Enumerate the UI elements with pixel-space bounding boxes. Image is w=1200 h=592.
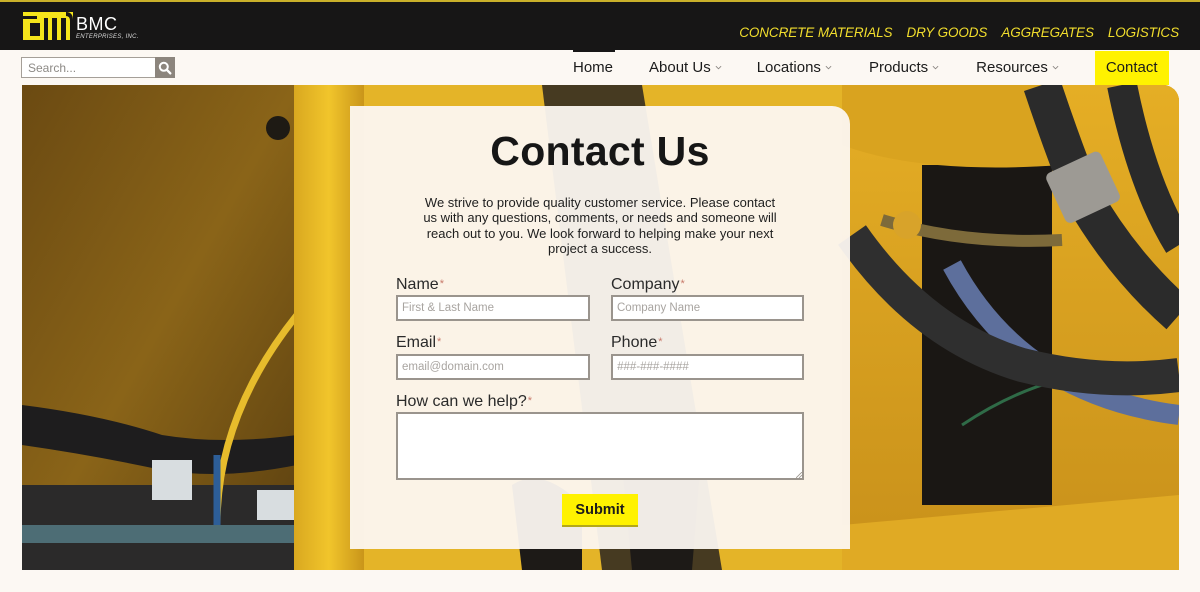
resize-handle-icon[interactable] <box>796 472 802 478</box>
phone-label: Phone* <box>611 334 663 351</box>
nav-products-label: Products <box>868 59 929 76</box>
submit-button[interactable]: Submit <box>562 494 638 527</box>
search-box <box>21 57 175 78</box>
nav-products[interactable]: Products <box>869 50 939 85</box>
message-textarea[interactable] <box>396 412 804 480</box>
nav-home[interactable]: Home <box>573 50 613 85</box>
required-marker: * <box>439 278 444 290</box>
main-nav-bar: Home About Us Locations Products Resourc… <box>0 50 1200 85</box>
company-label: Company* <box>611 276 685 293</box>
search-button[interactable] <box>155 57 175 78</box>
required-marker: * <box>658 336 663 348</box>
name-field[interactable] <box>396 295 590 321</box>
contact-form-card: Contact Us We strive to provide quality … <box>350 106 850 549</box>
top-bar: BMC ENTERPRISES, INC. CONCRETE MATERIALS… <box>0 0 1200 50</box>
nav-about-us-label: About Us <box>649 59 711 76</box>
email-label: Email* <box>396 334 442 351</box>
brand-name: BMC <box>76 14 118 34</box>
search-input[interactable] <box>21 57 155 78</box>
required-marker: * <box>680 278 685 290</box>
message-label: How can we help?* <box>396 393 533 410</box>
main-nav: Home About Us Locations Products Resourc… <box>573 50 1169 85</box>
bmc-logo-icon <box>23 12 73 40</box>
company-field[interactable] <box>611 295 804 321</box>
nav-contact[interactable]: Contact <box>1094 50 1169 85</box>
nav-locations[interactable]: Locations <box>757 50 832 85</box>
search-icon <box>158 61 172 75</box>
nav-resources[interactable]: Resources <box>976 50 1059 85</box>
chevron-down-icon <box>715 65 722 70</box>
division-link-dry-goods[interactable]: DRY GOODS <box>906 25 987 40</box>
name-label: Name* <box>396 276 444 293</box>
nav-locations-label: Locations <box>756 59 821 76</box>
division-links: CONCRETE MATERIALS DRY GOODS AGGREGATES … <box>739 25 1179 40</box>
required-marker: * <box>437 336 442 348</box>
chevron-down-icon <box>932 65 939 70</box>
division-link-aggregates[interactable]: AGGREGATES <box>1001 25 1094 40</box>
nav-about-us[interactable]: About Us <box>649 50 722 85</box>
chevron-down-icon <box>1052 65 1059 70</box>
phone-field[interactable] <box>611 354 804 380</box>
nav-resources-label: Resources <box>976 59 1048 76</box>
division-link-logistics[interactable]: LOGISTICS <box>1108 25 1179 40</box>
page-title: Contact Us <box>490 128 710 174</box>
logo[interactable]: BMC ENTERPRISES, INC. <box>23 12 139 40</box>
contact-intro-text: We strive to provide quality customer se… <box>423 195 777 256</box>
chevron-down-icon <box>825 65 832 70</box>
email-field[interactable] <box>396 354 590 380</box>
division-link-concrete-materials[interactable]: CONCRETE MATERIALS <box>739 25 892 40</box>
nav-home-label: Home <box>573 59 614 76</box>
required-marker: * <box>527 395 533 407</box>
brand-subtitle: ENTERPRISES, INC. <box>76 34 139 40</box>
